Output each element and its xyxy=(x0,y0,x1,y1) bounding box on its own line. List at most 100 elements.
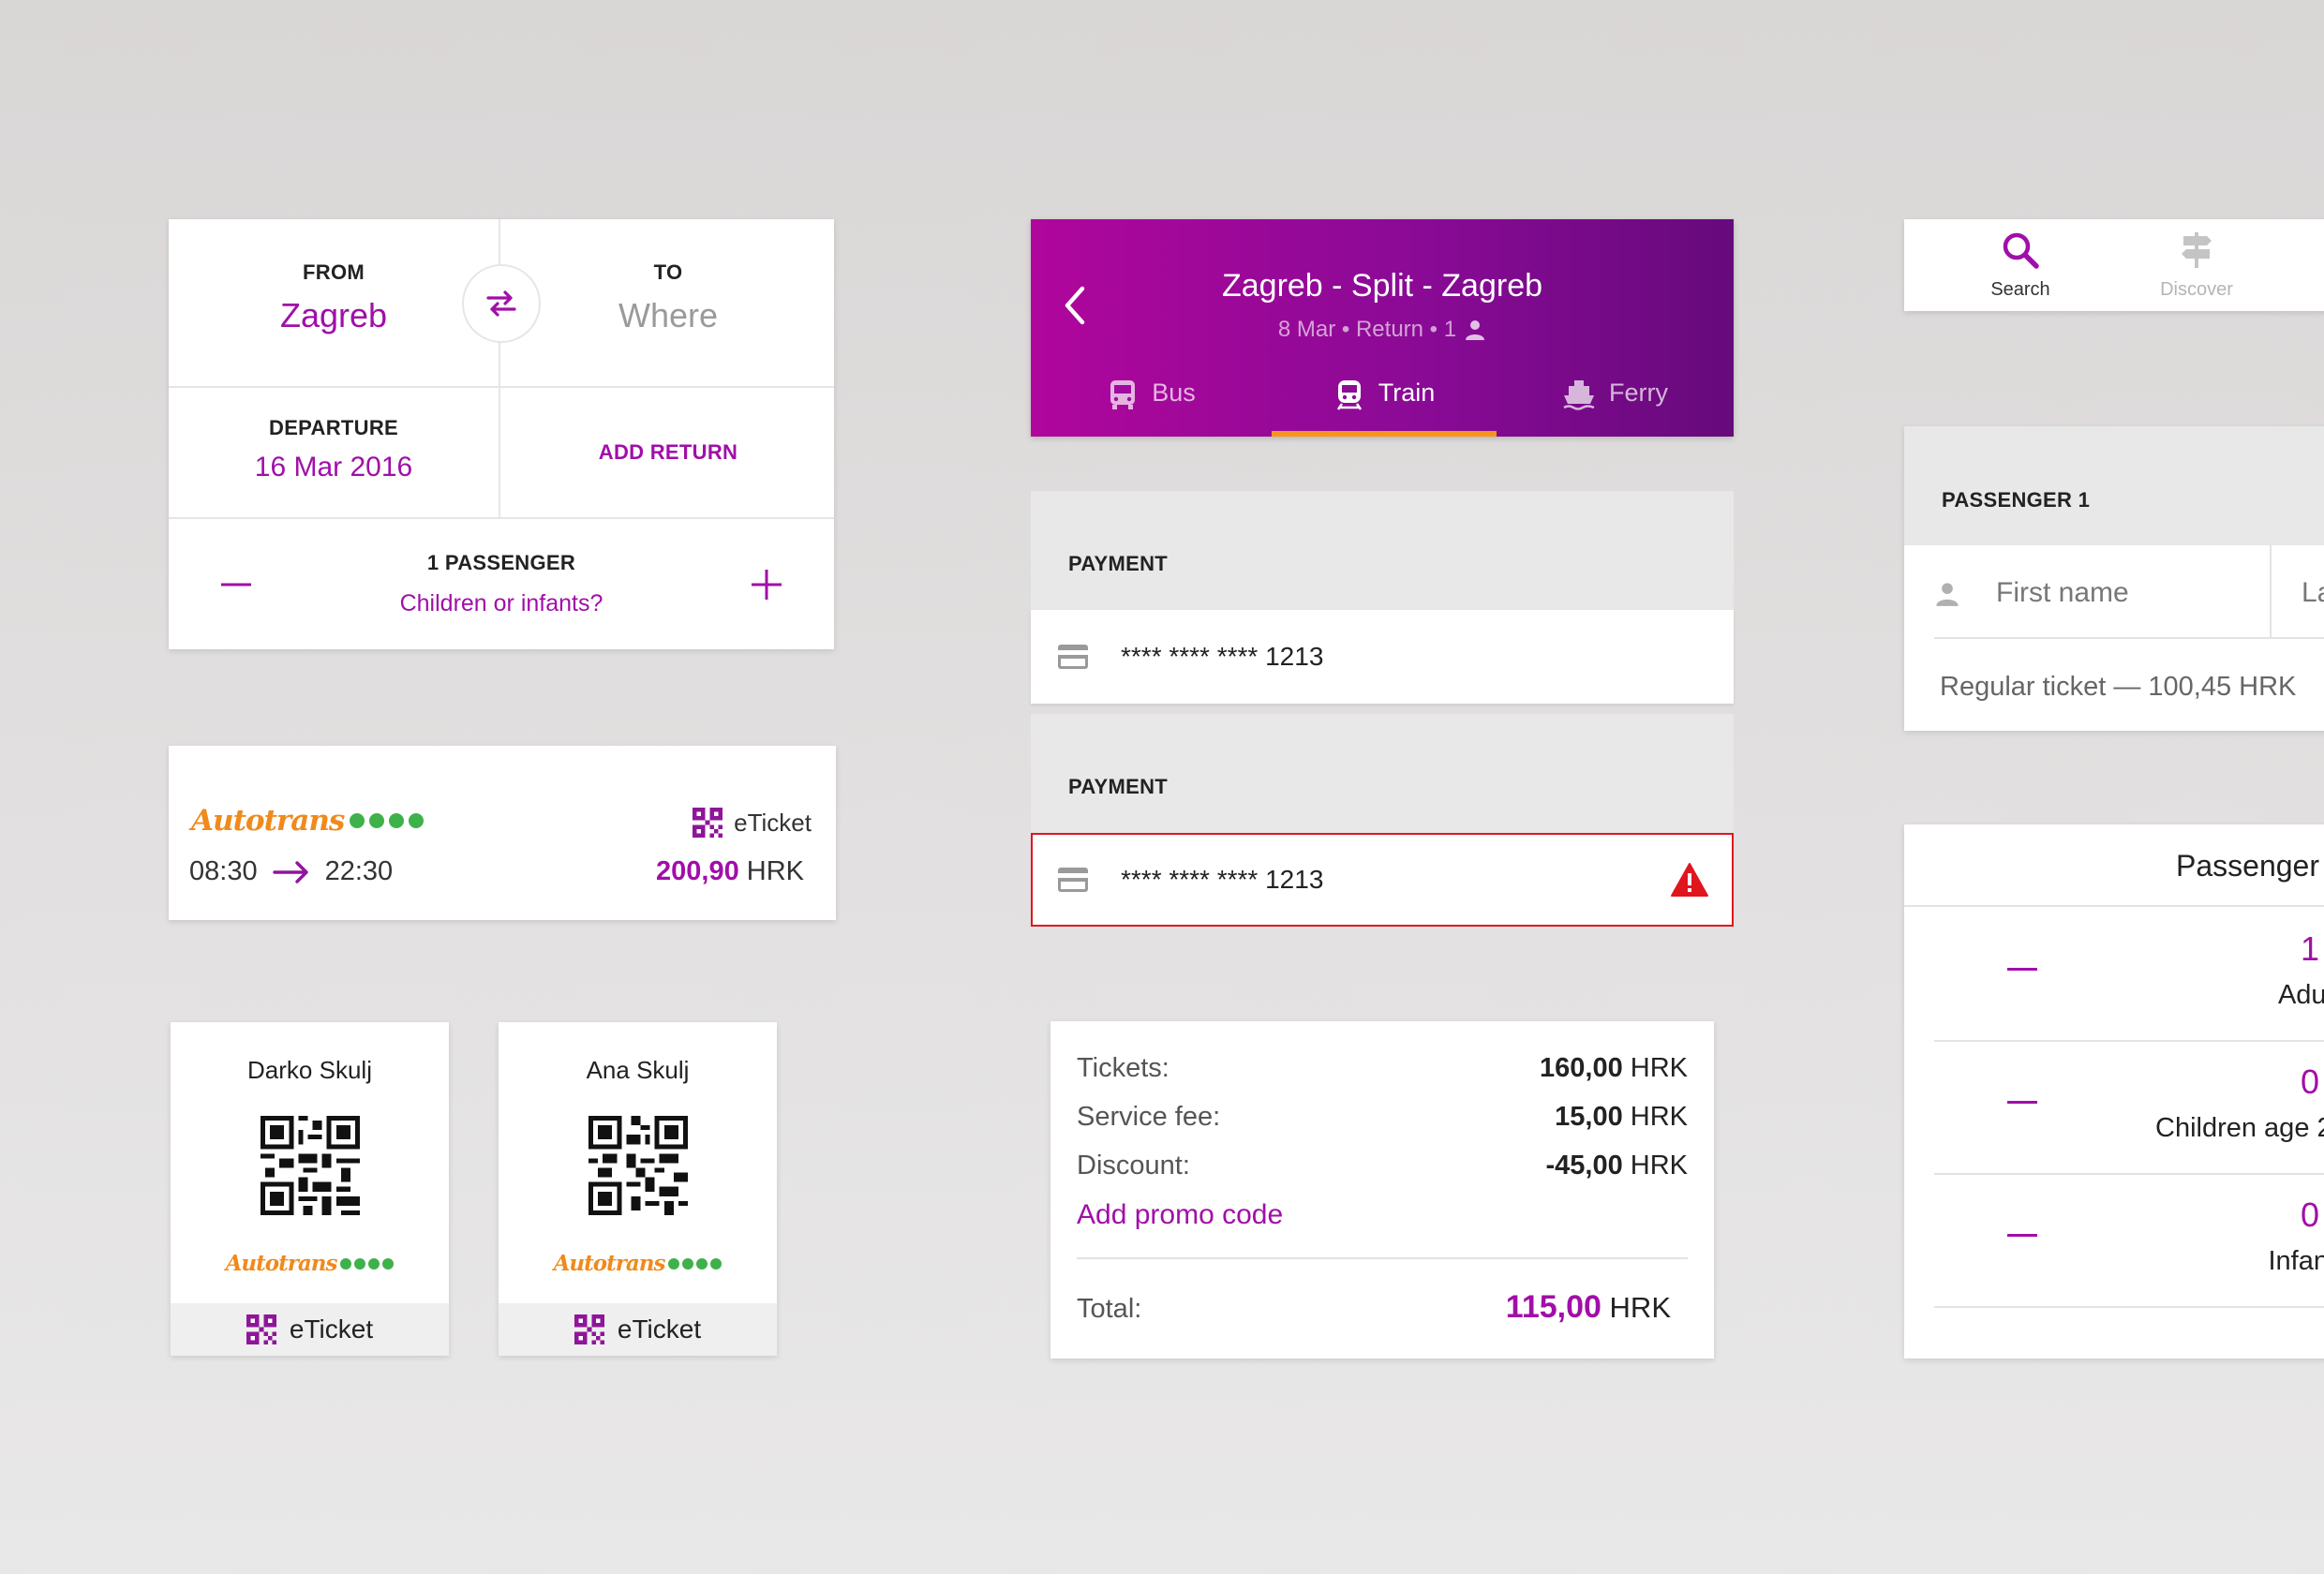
eticket-card[interactable]: Ana Skulj Autotrans eTicket xyxy=(499,1022,777,1356)
passengers-panel-title: Passenger xyxy=(2176,849,2319,883)
eticket-label: eTicket xyxy=(617,1314,702,1344)
date-row: DEPARTURE 16 Mar 2016 ADD RETURN xyxy=(169,388,834,519)
signpost-icon xyxy=(2182,232,2212,268)
passenger-increment-button[interactable] xyxy=(738,557,795,613)
passenger-type-label: Infants xyxy=(2268,1246,2324,1276)
eticket-footer: eTicket xyxy=(499,1303,777,1356)
qr-code xyxy=(588,1116,688,1215)
qr-code-icon xyxy=(246,1314,276,1344)
add-return-label: ADD RETURN xyxy=(598,440,738,464)
passenger-details-header: PASSENGER 1 xyxy=(1904,426,2324,545)
passenger-name: Ana Skulj xyxy=(586,1056,690,1084)
decrement-button[interactable] xyxy=(2007,1101,2037,1104)
trip-title: Zagreb - Split - Zagreb xyxy=(1221,268,1543,304)
swap-route-button[interactable] xyxy=(462,264,541,343)
payment-header: PAYMENT xyxy=(1031,491,1734,610)
decrement-button[interactable] xyxy=(2007,968,2037,971)
ferry-icon xyxy=(1563,380,1595,410)
first-name-input[interactable]: First name xyxy=(1972,545,2272,639)
trip-header: Zagreb - Split - Zagreb 8 Mar • Return •… xyxy=(1031,219,1734,437)
eticket-label: eTicket xyxy=(289,1314,374,1344)
currency: HRK xyxy=(1630,1102,1688,1132)
trip-subtitle: 8 Mar • Return • 1 xyxy=(1031,317,1734,343)
service-fee-line: Service fee: 15,00 HRK xyxy=(1077,1102,1688,1133)
search-form: FROM Zagreb TO Where DEPARTURE 16 Mar 20… xyxy=(169,219,834,649)
passenger-row: 1 PASSENGER Children or infants? xyxy=(169,519,834,649)
add-promo-code-link[interactable]: Add promo code xyxy=(1077,1199,1283,1231)
discount-amount: -45,00 xyxy=(1545,1151,1623,1180)
tickets-label: Tickets: xyxy=(1077,1053,1169,1083)
result-price: 200,90 HRK xyxy=(656,856,804,887)
trip-times: 08:30 22:30 xyxy=(189,856,393,887)
arrow-right-icon xyxy=(272,860,308,884)
price-summary: Tickets: 160,00 HRK Service fee: 15,00 H… xyxy=(1050,1021,1714,1359)
operator-logo: Autotrans xyxy=(171,1251,449,1276)
from-field[interactable]: FROM Zagreb xyxy=(169,219,500,386)
active-tab-indicator xyxy=(1272,431,1497,437)
eticket-label: eTicket xyxy=(734,808,812,837)
discount-label: Discount: xyxy=(1077,1151,1190,1180)
swap-icon xyxy=(486,290,516,317)
service-fee-label: Service fee: xyxy=(1077,1102,1221,1132)
name-fields-row: First name Las xyxy=(1934,545,2324,639)
eticket-card[interactable]: Darko Skulj Autotrans eTicket xyxy=(171,1022,449,1356)
nav-discover[interactable]: Discover xyxy=(2122,230,2272,301)
currency: HRK xyxy=(1630,1053,1688,1083)
children-infants-link[interactable]: Children or infants? xyxy=(169,590,834,617)
depart-time: 08:30 xyxy=(189,856,258,886)
nav-discover-label: Discover xyxy=(2160,279,2233,300)
service-fee-amount: 15,00 xyxy=(1555,1102,1623,1132)
nav-search[interactable]: Search xyxy=(1945,230,2095,301)
search-icon xyxy=(2003,232,2039,269)
payment-card-row[interactable]: **** **** **** 1213 xyxy=(1031,610,1734,704)
passenger-type-count: 0 xyxy=(2300,1062,2320,1101)
operator-brand: Autotrans xyxy=(225,1251,338,1276)
decrement-button[interactable] xyxy=(2007,1234,2037,1237)
to-field[interactable]: TO Where xyxy=(502,219,834,386)
person-icon xyxy=(1466,320,1485,340)
payment-card-row-error[interactable]: **** **** **** 1213 xyxy=(1031,833,1734,927)
passenger-heading: PASSENGER 1 xyxy=(1942,488,2091,512)
passenger-type-row: 1 Adult xyxy=(1934,909,2324,1042)
discount-line: Discount: -45,00 HRK xyxy=(1077,1151,1688,1181)
tab-ferry[interactable]: Ferry xyxy=(1497,379,1734,437)
route-row: FROM Zagreb TO Where xyxy=(169,219,834,388)
plus-icon xyxy=(752,570,782,600)
tab-bus-label: Bus xyxy=(1152,379,1196,407)
passenger-details-form: PASSENGER 1 First name Las Regular ticke… xyxy=(1904,426,2324,731)
currency: HRK xyxy=(1630,1151,1688,1180)
add-return-button[interactable]: ADD RETURN xyxy=(502,388,834,517)
tickets-amount: 160,00 xyxy=(1540,1053,1623,1083)
passenger-type-row: 0 Children age 2 xyxy=(1934,1042,2324,1175)
operator-logo: Autotrans xyxy=(499,1251,777,1276)
payment-heading: PAYMENT xyxy=(1068,552,1169,575)
to-placeholder: Where xyxy=(618,296,719,334)
rating-dots xyxy=(668,1257,723,1270)
departure-date: 16 Mar 2016 xyxy=(254,452,413,483)
card-number: **** **** **** 1213 xyxy=(1121,642,1324,671)
arrive-time: 22:30 xyxy=(324,856,394,886)
credit-card-icon xyxy=(1058,868,1088,892)
total-line: Total: 115,00 HRK xyxy=(1077,1289,1671,1326)
payment-heading: PAYMENT xyxy=(1068,775,1169,798)
ticket-info: Regular ticket — 100,45 HRK xyxy=(1940,672,2297,702)
eticket-footer: eTicket xyxy=(171,1303,449,1356)
total-amount: 115,00 xyxy=(1505,1289,1601,1325)
qr-code-icon xyxy=(574,1314,604,1344)
passenger-type-label: Children age 2 xyxy=(2155,1113,2324,1143)
last-name-input[interactable]: Las xyxy=(2273,545,2324,639)
credit-card-icon xyxy=(1058,645,1088,669)
passenger-count-label: 1 PASSENGER xyxy=(426,551,576,574)
divider xyxy=(1077,1257,1688,1259)
from-value: Zagreb xyxy=(279,296,388,334)
departure-field[interactable]: DEPARTURE 16 Mar 2016 xyxy=(169,388,500,517)
to-label: TO xyxy=(653,260,683,284)
passenger-summary: 1 PASSENGER Children or infants? xyxy=(169,551,834,617)
tab-bus[interactable]: Bus xyxy=(1031,379,1272,437)
passenger-type-row: 0 Infants xyxy=(1934,1175,2324,1308)
ticket-result-card[interactable]: Autotrans eTicket 08:30 22:30 200,90 HRK xyxy=(169,746,836,920)
tab-train[interactable]: Train xyxy=(1272,379,1497,437)
eticket-badge: eTicket xyxy=(693,808,812,838)
operator-brand: Autotrans xyxy=(191,804,345,838)
price-amount: 200,90 xyxy=(656,856,739,886)
